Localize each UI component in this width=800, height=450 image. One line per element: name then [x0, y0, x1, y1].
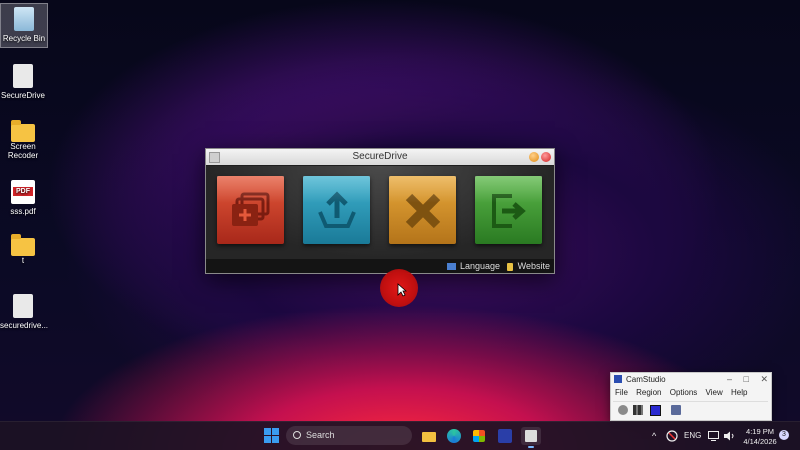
close-button[interactable]: ✕: [760, 374, 768, 384]
window-icon: [209, 152, 220, 163]
language-label: Language: [459, 261, 500, 271]
pdf-badge: PDF: [13, 187, 33, 196]
clock-date: 4/14/2026: [743, 437, 777, 446]
stop-button[interactable]: [650, 405, 661, 416]
camstudio-window: CamStudio – □ ✕ File Region Options View…: [610, 372, 772, 421]
search-label: Search: [306, 430, 335, 440]
camstudio-toolbar: [613, 401, 768, 419]
upload-button[interactable]: [303, 176, 370, 244]
flag-icon: [446, 263, 456, 271]
desktop-icon-t[interactable]: t: [0, 234, 46, 265]
input-language-indicator[interactable]: ENG: [684, 422, 701, 450]
pdf-file-icon: PDF: [11, 180, 35, 204]
website-link[interactable]: Website: [506, 259, 550, 273]
minimize-button[interactable]: –: [727, 374, 732, 384]
volume-icon[interactable]: [723, 422, 735, 450]
add-drive-icon: [232, 192, 270, 226]
menu-file[interactable]: File: [615, 388, 628, 397]
display-icon[interactable]: [708, 422, 719, 450]
folder-icon: [11, 234, 35, 256]
close-icon: [405, 193, 441, 229]
region-button[interactable]: [671, 405, 681, 415]
desktop-icon-label: securedrive...: [0, 321, 49, 330]
website-label: Website: [517, 261, 550, 271]
camstudio-app-icon: [614, 375, 622, 383]
securedrive-file-icon: [13, 294, 33, 318]
menu-view[interactable]: View: [706, 388, 723, 397]
securedrive-footer: Language Website: [206, 259, 554, 273]
camstudio-titlebar[interactable]: CamStudio – □ ✕: [611, 373, 771, 386]
taskbar-search[interactable]: Search: [286, 426, 412, 445]
desktop-icon-sss-pdf[interactable]: PDF sss.pdf: [0, 180, 46, 216]
recycle-bin-icon: [14, 7, 34, 31]
edge-browser-icon[interactable]: [445, 427, 463, 445]
camstudio-window-controls: – □ ✕: [718, 373, 768, 386]
camstudio-taskbar-icon[interactable]: [496, 427, 514, 445]
folder-icon: [11, 120, 35, 142]
desktop-icon-securedrive[interactable]: SecureDrive: [0, 64, 46, 100]
close-button[interactable]: [541, 152, 551, 162]
system-clock[interactable]: 4:19 PM 4/14/2026: [742, 427, 778, 447]
desktop-icon-recycle-bin[interactable]: Recycle Bin: [0, 3, 48, 48]
desktop-icon-label: sss.pdf: [10, 207, 36, 216]
menu-help[interactable]: Help: [731, 388, 747, 397]
file-explorer-icon[interactable]: [420, 427, 438, 445]
taskbar: Search ^ ENG 4:19 PM 4/14/2026 3: [0, 421, 800, 450]
mouse-cursor-icon: [397, 283, 407, 297]
minimize-button[interactable]: [529, 152, 539, 162]
search-icon: [293, 431, 301, 439]
camstudio-menubar: File Region Options View Help: [611, 386, 771, 399]
camstudio-title: CamStudio: [626, 375, 666, 384]
start-button[interactable]: [263, 427, 281, 445]
remove-drive-button[interactable]: [389, 176, 456, 244]
desktop-icon-label: Recycle Bin: [2, 34, 46, 43]
add-drive-button[interactable]: [217, 176, 284, 244]
microsoft-store-icon[interactable]: [470, 427, 488, 445]
show-hidden-icons-button[interactable]: ^: [652, 422, 656, 450]
network-status-icon[interactable]: [666, 422, 678, 450]
upload-icon: [318, 191, 356, 228]
securedrive-app-icon: [13, 64, 33, 88]
menu-options[interactable]: Options: [670, 388, 698, 397]
lock-icon: [506, 262, 513, 271]
pause-button[interactable]: [633, 405, 643, 415]
securedrive-titlebar[interactable]: SecureDrive: [206, 149, 554, 165]
record-button[interactable]: [618, 405, 628, 415]
desktop-icon-label: Screen Recoder: [7, 142, 39, 160]
desktop-icon-screen-recoder[interactable]: Screen Recoder: [0, 120, 46, 160]
language-link[interactable]: Language: [446, 259, 500, 273]
clock-time: 4:19 PM: [746, 427, 774, 436]
notification-badge[interactable]: 3: [779, 430, 789, 440]
exit-button[interactable]: [475, 176, 542, 244]
window-title: SecureDrive: [352, 151, 408, 162]
desktop-icon-securedrive-file[interactable]: securedrive...: [0, 294, 49, 330]
menu-region[interactable]: Region: [636, 388, 661, 397]
maximize-button[interactable]: □: [744, 374, 749, 384]
securedrive-body: [206, 166, 554, 259]
securedrive-taskbar-icon[interactable]: [521, 427, 541, 448]
exit-icon: [492, 194, 526, 228]
desktop-icon-label: t: [21, 256, 25, 265]
desktop-icon-label: SecureDrive: [0, 91, 45, 100]
securedrive-window: SecureDrive Language Website: [205, 148, 555, 274]
